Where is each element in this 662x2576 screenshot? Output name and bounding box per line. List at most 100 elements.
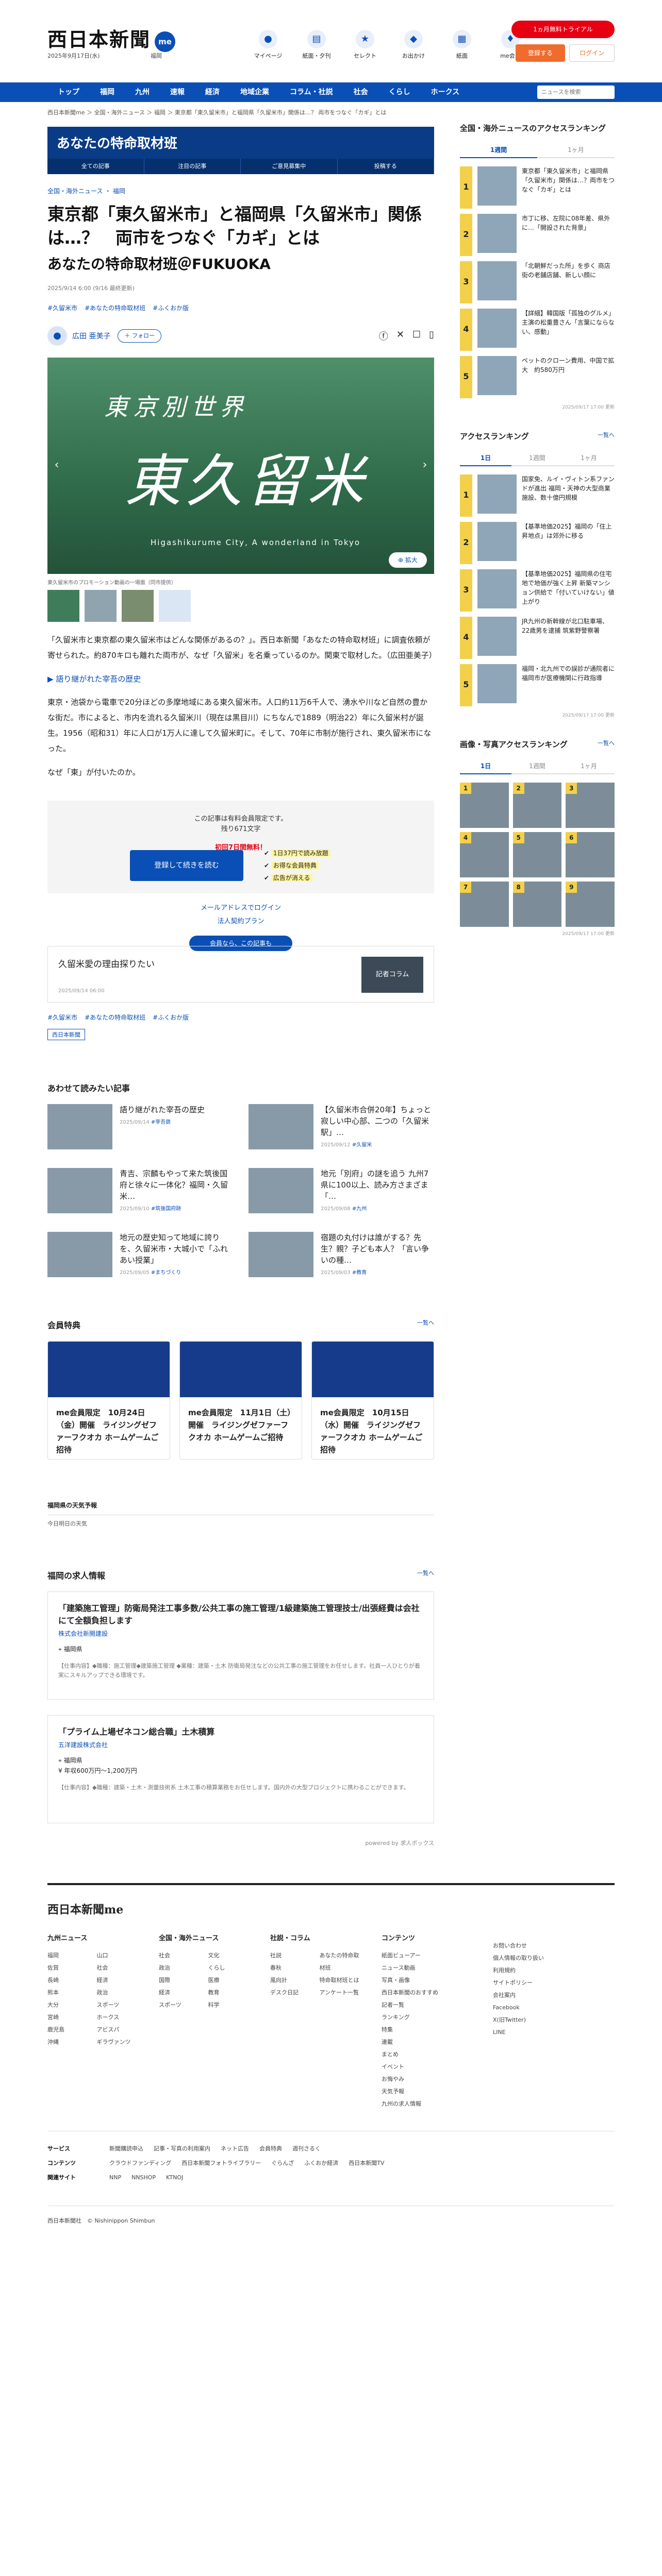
article-photo[interactable]: 東京別世界 東久留米 Higashikurume City, A wonderl… — [47, 358, 434, 574]
tab-month[interactable]: 1ヶ月 — [563, 450, 615, 466]
ranking-item[interactable]: 3 【基準地価2025】福岡県の住宅地で地価が強く上昇 新築マンション供給で「付い… — [460, 569, 615, 612]
powered-by[interactable]: powered by 求人ボックス — [47, 1839, 434, 1847]
banner-tab-opinion[interactable]: ご意見募集中 — [241, 159, 338, 174]
nav-fukuoka[interactable]: 福岡 — [90, 82, 125, 102]
thumbnail[interactable] — [85, 590, 117, 622]
footer-link[interactable]: 熊本 — [47, 1987, 91, 1999]
section-heading[interactable]: ▶ 語り継がれた宰吾の歴史 — [47, 673, 434, 684]
email-login-link[interactable]: メールアドレスでログイン — [47, 902, 434, 915]
footer-link[interactable]: 教育 — [208, 1987, 252, 1999]
thumbnail[interactable] — [122, 590, 154, 622]
footer-link[interactable]: 医療 — [208, 1974, 252, 1987]
footer-link[interactable]: デスク日記 — [270, 1987, 314, 1999]
select-link[interactable]: ★ セレクト — [345, 30, 385, 60]
footer-link[interactable]: 長崎 — [47, 1974, 91, 1987]
member-article-card[interactable]: 久留米愛の理由探りたい 2025/09/14 06:00 記者コラム — [47, 946, 434, 1003]
author-name[interactable]: 広田 亜美子 — [72, 331, 110, 341]
search-input[interactable] — [537, 86, 615, 99]
footer-link[interactable]: アンケート一覧 — [320, 1987, 363, 1999]
ranking-item[interactable]: 5 ペットのクローン費用、中国で拡大 約580万円 — [460, 356, 615, 398]
benefit-card[interactable]: me会員限定 10月15日（水）開催 ライジングゼファーフクオカ ホームゲームご… — [311, 1341, 434, 1460]
photo-ranking-item[interactable]: 6 — [566, 832, 615, 877]
tag-link[interactable]: #久留米市 — [47, 1013, 77, 1022]
footer-link[interactable]: サイトポリシー — [493, 1977, 586, 1989]
tab-week[interactable]: 1週間 — [511, 758, 563, 774]
footer-link[interactable]: 科学 — [208, 1999, 252, 2011]
related-item[interactable]: 地元「別府」の謎を追う 九州7県に100以上、読み方さまざま「… 2025/09/… — [249, 1168, 434, 1213]
related-item[interactable]: 宿題の丸付けは誰がする？先生？親？子ども本人？「言い争いの種… 2025/09/0… — [249, 1232, 434, 1277]
footer-link[interactable]: 紙面ビューアー — [382, 1950, 474, 1962]
footer-link[interactable]: お悔やみ — [382, 2073, 474, 2086]
footer-link[interactable]: 写真・画像 — [382, 1974, 474, 1987]
footer-link[interactable]: NNP — [109, 2171, 121, 2185]
footer-link[interactable]: ぐらんざ — [271, 2156, 294, 2171]
related-item[interactable]: 【久留米市合併20年】ちょっと寂しい中心部、二つの「久留米駅」… 2025/09/… — [249, 1104, 434, 1149]
footer-link[interactable]: Facebook — [493, 2002, 586, 2014]
nav-top[interactable]: トップ — [47, 82, 90, 102]
login-button[interactable]: ログイン — [569, 44, 615, 62]
footer-link[interactable]: スポーツ — [159, 1999, 203, 2011]
jobs-more-link[interactable]: 一覧へ — [417, 1569, 434, 1581]
footer-link[interactable]: 政治 — [97, 1987, 141, 1999]
job-card[interactable]: 「プライム上場ゼネコン総合職」土木積算 五洋建設株式会社 ⌖ 福岡県 ¥ 年収6… — [47, 1715, 434, 1823]
ranking-item[interactable]: 3 「北朝鮮だった所」を歩く 商店街の老舗店舗、新しい顔に — [460, 261, 615, 303]
subscribe-button[interactable]: 登録して続きを読む — [130, 850, 243, 881]
ranking-item[interactable]: 2 市丁に移、左院に08年差、県外に…「開設された背景」 — [460, 214, 615, 256]
chevron-right-icon[interactable]: › — [419, 459, 431, 474]
footer-link[interactable]: 記事・写真の利用案内 — [154, 2142, 210, 2156]
footer-link[interactable]: ギラヴァンツ — [97, 2036, 141, 2048]
bookmark-icon[interactable]: ▯ — [429, 329, 434, 343]
footer-link[interactable]: ネット広告 — [221, 2142, 249, 2156]
x-icon[interactable]: ✕ — [396, 329, 404, 343]
photo-ranking-item[interactable]: 9 — [566, 882, 615, 927]
footer-link[interactable]: イベント — [382, 2061, 474, 2073]
tag-link[interactable]: #久留米市 — [47, 303, 77, 312]
footer-link[interactable]: 個人情報の取り扱い — [493, 1952, 586, 1964]
footer-link[interactable]: 会員特典 — [259, 2142, 282, 2156]
footer-link[interactable]: 鹿児島 — [47, 2024, 91, 2036]
footer-link[interactable]: KTNOJ — [166, 2171, 183, 2185]
footer-link[interactable]: 利用規約 — [493, 1964, 586, 1977]
photo-ranking-item[interactable]: 5 — [512, 832, 562, 877]
paper-link[interactable]: ▦ 紙面 — [442, 30, 482, 60]
footer-link[interactable]: 週刊さるく — [292, 2142, 321, 2156]
photo-ranking-item[interactable]: 2 — [512, 783, 562, 828]
photo-ranking-item[interactable]: 8 — [512, 882, 562, 927]
related-item[interactable]: 青吉、宗麟もやって来た筑後国府と徐々に一体化？福岡・久留米… 2025/09/10… — [47, 1168, 233, 1213]
footer-link[interactable]: 文化 — [208, 1950, 252, 1962]
footer-link[interactable]: 政治 — [159, 1962, 203, 1974]
footer-link[interactable]: 天気予報 — [382, 2086, 474, 2098]
tag-link[interactable]: #ふくおか版 — [153, 303, 189, 312]
zoom-button[interactable]: ⊕ 拡大 — [389, 552, 427, 568]
corporate-plan-link[interactable]: 法人契約プラン — [47, 915, 434, 928]
footer-link[interactable]: お問い合わせ — [493, 1940, 586, 1952]
footer-link[interactable]: X(旧Twitter) — [493, 2014, 586, 2026]
line-icon[interactable]: ☐ — [412, 329, 421, 343]
job-card[interactable]: 「建築施工管理」防衛局発注工事多数/公共工事の施工管理/1級建築施工管理技士/出… — [47, 1591, 434, 1700]
tab-day[interactable]: 1日 — [460, 758, 511, 774]
article-category[interactable]: 全国・海外ニュース ・ 福岡 — [47, 187, 434, 195]
site-logo[interactable]: 西日本新聞 me — [47, 24, 176, 52]
footer-link[interactable]: アビスパ — [97, 2024, 141, 2036]
footer-link[interactable]: クラウドファンディング — [109, 2156, 171, 2171]
footer-link[interactable]: 記者一覧 — [382, 1999, 474, 2011]
tag-link[interactable]: #あなたの特命取材班 — [85, 1013, 145, 1022]
photo-ranking-item[interactable]: 1 — [460, 783, 509, 828]
photo-ranking-item[interactable]: 4 — [460, 832, 509, 877]
footer-link[interactable]: スポーツ — [97, 1999, 141, 2011]
tab-month[interactable]: 1ヶ月 — [563, 758, 615, 774]
related-item[interactable]: 語り継がれた宰吾の歴史 2025/09/14 #宰吾鉄 — [47, 1104, 233, 1149]
benefits-more-link[interactable]: 一覧へ — [417, 1318, 434, 1331]
register-button[interactable]: 登録する — [516, 44, 565, 62]
photo-ranking-item[interactable]: 7 — [460, 882, 509, 927]
footer-link[interactable]: 社会 — [159, 1950, 203, 1962]
nav-society[interactable]: 社会 — [343, 82, 378, 102]
photo-ranking-more[interactable]: 一覧へ — [598, 739, 615, 747]
related-item[interactable]: 地元の歴史知って地域に誇りを、久留米市・大城小で「ふれあい授業」 2025/09/… — [47, 1232, 233, 1277]
chevron-left-icon[interactable]: ‹ — [51, 459, 63, 474]
header-location[interactable]: 福岡 — [151, 52, 162, 60]
nav-breaking[interactable]: 速報 — [160, 82, 195, 102]
weather-sub[interactable]: 今日明日の天気 — [47, 1519, 434, 1528]
footer-link[interactable]: まとめ — [382, 2048, 474, 2061]
ranking-item[interactable]: 4 【詳細】韓国版「孤独のグルメ」主演の松重豊さん「言葉にならない、感動」 — [460, 309, 615, 351]
